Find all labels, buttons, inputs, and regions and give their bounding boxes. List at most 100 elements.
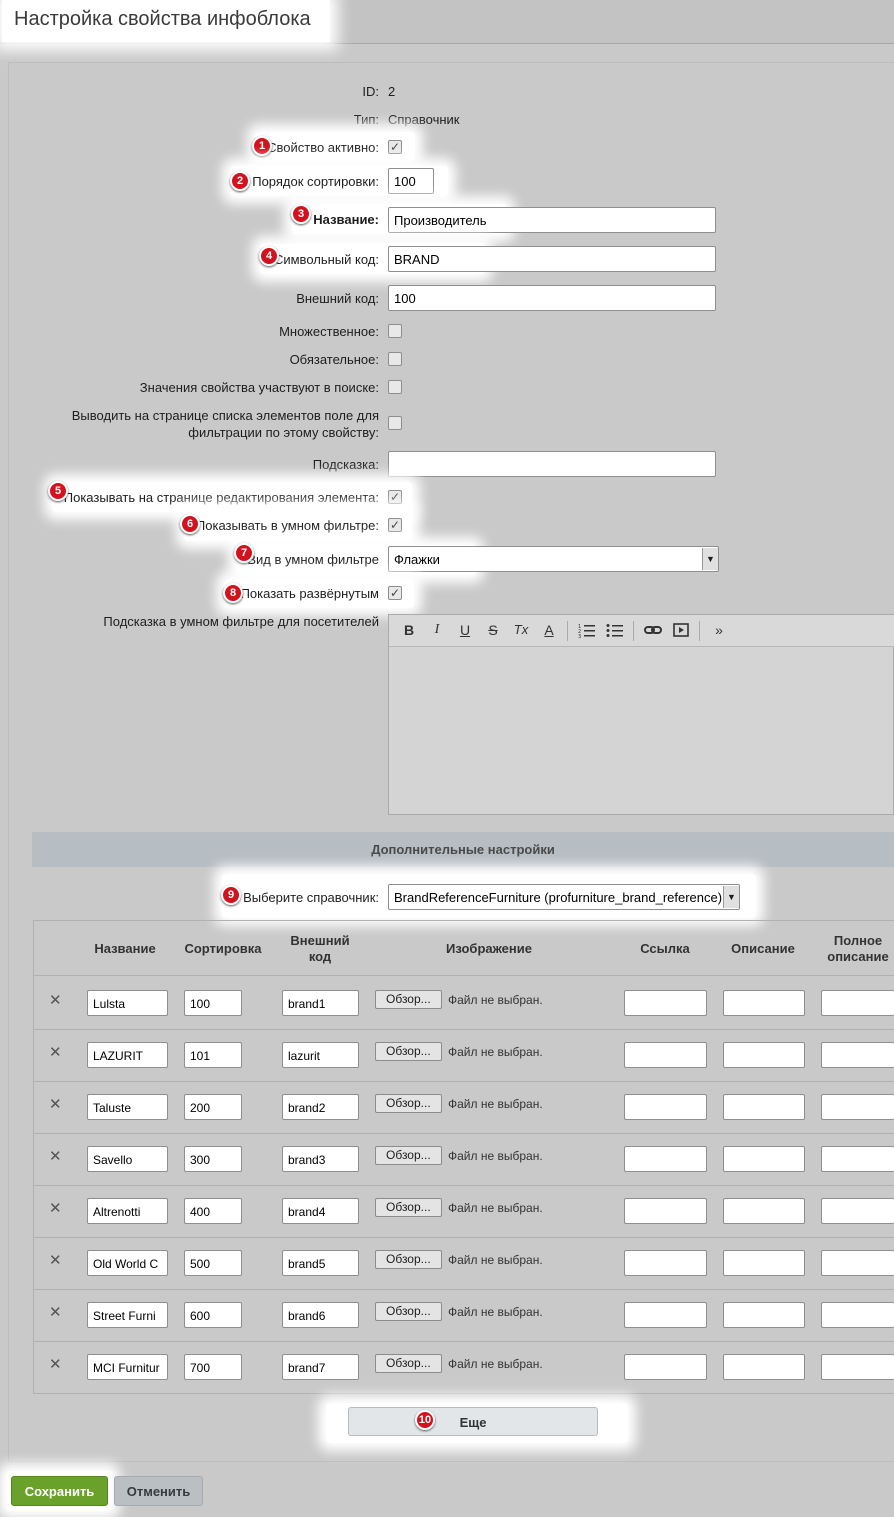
row-name-input[interactable]: Old World C [87, 1250, 168, 1276]
text-color-icon[interactable]: A [539, 622, 559, 640]
row-sort-input[interactable]: 200 [184, 1094, 242, 1120]
th-xml-2: код [308, 949, 332, 964]
chevron-down-icon[interactable]: ▼ [723, 886, 739, 908]
browse-button[interactable]: Обзор... [375, 1146, 442, 1165]
numbered-list-icon[interactable]: 123 [577, 622, 597, 640]
bold-icon[interactable]: B [399, 622, 419, 640]
row-full-desc-input[interactable] [821, 1146, 894, 1172]
row-name-input[interactable]: Savello [87, 1146, 168, 1172]
row-full-desc-input[interactable] [821, 1094, 894, 1120]
link-icon[interactable] [643, 622, 663, 640]
italic-icon[interactable]: I [427, 622, 447, 640]
row-sort-input[interactable]: 300 [184, 1146, 242, 1172]
delete-icon[interactable]: ✕ [49, 991, 62, 1009]
delete-icon[interactable]: ✕ [49, 1251, 62, 1269]
row-desc-input[interactable] [723, 990, 805, 1016]
required-checkbox[interactable] [388, 352, 402, 366]
browse-button[interactable]: Обзор... [375, 990, 442, 1009]
delete-icon[interactable]: ✕ [49, 1355, 62, 1373]
browse-button[interactable]: Обзор... [375, 1354, 442, 1373]
row-name-input[interactable]: LAZURIT [87, 1042, 168, 1068]
row-link-input[interactable] [624, 1198, 707, 1224]
sort-input[interactable]: 100 [388, 168, 434, 194]
row-full-desc-input[interactable] [821, 990, 894, 1016]
smart-filter-label: Показывать в умном фильтре: [195, 518, 379, 533]
row-full-desc-input[interactable] [821, 1198, 894, 1224]
row-link-input[interactable] [624, 1250, 707, 1276]
row-sort-input[interactable]: 400 [184, 1198, 242, 1224]
row-full-desc-input[interactable] [821, 1302, 894, 1328]
row-xml-input[interactable]: brand1 [282, 990, 359, 1016]
delete-icon[interactable]: ✕ [49, 1199, 62, 1217]
browse-button[interactable]: Обзор... [375, 1094, 442, 1113]
searchable-checkbox[interactable] [388, 380, 402, 394]
cancel-button[interactable]: Отменить [114, 1476, 203, 1506]
more-icon[interactable]: » [709, 622, 729, 640]
row-link-input[interactable] [624, 1354, 707, 1380]
code-input[interactable]: BRAND [388, 246, 716, 272]
row-name-input[interactable]: Taluste [87, 1094, 168, 1120]
row-sort-input[interactable]: 100 [184, 990, 242, 1016]
badge-1: 1 [252, 136, 272, 156]
row-full-desc-input[interactable] [821, 1042, 894, 1068]
show-edit-checkbox[interactable]: ✓ [388, 490, 402, 504]
xml-id-input[interactable]: 100 [388, 285, 716, 311]
row-desc-input[interactable] [723, 1250, 805, 1276]
row-link-input[interactable] [624, 1146, 707, 1172]
row-xml-input[interactable]: brand2 [282, 1094, 359, 1120]
row-desc-input[interactable] [723, 1302, 805, 1328]
row-name-input[interactable]: Altrenotti [87, 1198, 168, 1224]
delete-icon[interactable]: ✕ [49, 1303, 62, 1321]
browse-button[interactable]: Обзор... [375, 1302, 442, 1321]
row-xml-input[interactable]: brand4 [282, 1198, 359, 1224]
row-desc-input[interactable] [723, 1042, 805, 1068]
browse-button[interactable]: Обзор... [375, 1042, 442, 1061]
row-desc-input[interactable] [723, 1354, 805, 1380]
ref-select[interactable]: BrandReferenceFurniture (profurniture_br… [388, 884, 740, 910]
more-button[interactable]: Еще [348, 1407, 598, 1436]
browse-button[interactable]: Обзор... [375, 1250, 442, 1269]
smart-view-label: Вид в умном фильтре [247, 552, 379, 567]
bullet-list-icon[interactable] [605, 622, 625, 640]
row-desc-input[interactable] [723, 1198, 805, 1224]
hint-input[interactable] [388, 451, 716, 477]
row-link-input[interactable] [624, 1094, 707, 1120]
smart-view-select[interactable]: Флажки [388, 546, 719, 572]
row-xml-input[interactable]: brand3 [282, 1146, 359, 1172]
save-button[interactable]: Сохранить [11, 1476, 108, 1506]
row-link-input[interactable] [624, 1042, 707, 1068]
underline-icon[interactable]: U [455, 622, 475, 640]
row-name-input[interactable]: MCI Furnitur [87, 1354, 168, 1380]
delete-icon[interactable]: ✕ [49, 1043, 62, 1061]
filtrable-checkbox[interactable] [388, 416, 402, 430]
smart-filter-checkbox[interactable]: ✓ [388, 518, 402, 532]
row-link-input[interactable] [624, 1302, 707, 1328]
row-sort-input[interactable]: 700 [184, 1354, 242, 1380]
row-full-desc-input[interactable] [821, 1354, 894, 1380]
browse-button[interactable]: Обзор... [375, 1198, 442, 1217]
expanded-checkbox[interactable]: ✓ [388, 586, 402, 600]
row-desc-input[interactable] [723, 1094, 805, 1120]
row-sort-input[interactable]: 500 [184, 1250, 242, 1276]
row-xml-input[interactable]: brand7 [282, 1354, 359, 1380]
row-desc-input[interactable] [723, 1146, 805, 1172]
clear-format-icon[interactable]: Tx [511, 622, 531, 640]
chevron-down-icon[interactable]: ▼ [702, 548, 718, 570]
row-xml-input[interactable]: brand5 [282, 1250, 359, 1276]
active-checkbox[interactable]: ✓ [388, 140, 402, 154]
delete-icon[interactable]: ✕ [49, 1095, 62, 1113]
row-name-input[interactable]: Street Furni [87, 1302, 168, 1328]
row-xml-input[interactable]: lazurit [282, 1042, 359, 1068]
row-xml-input[interactable]: brand6 [282, 1302, 359, 1328]
name-input[interactable]: Производитель [388, 207, 716, 233]
row-sort-input[interactable]: 600 [184, 1302, 242, 1328]
row-full-desc-input[interactable] [821, 1250, 894, 1276]
multiple-checkbox[interactable] [388, 324, 402, 338]
video-icon[interactable] [671, 622, 691, 640]
row-sort-input[interactable]: 101 [184, 1042, 242, 1068]
delete-icon[interactable]: ✕ [49, 1147, 62, 1165]
row-link-input[interactable] [624, 990, 707, 1016]
row-name-input[interactable]: Lulsta [87, 990, 168, 1016]
strikethrough-icon[interactable]: S [483, 622, 503, 640]
row-divider [33, 975, 894, 976]
